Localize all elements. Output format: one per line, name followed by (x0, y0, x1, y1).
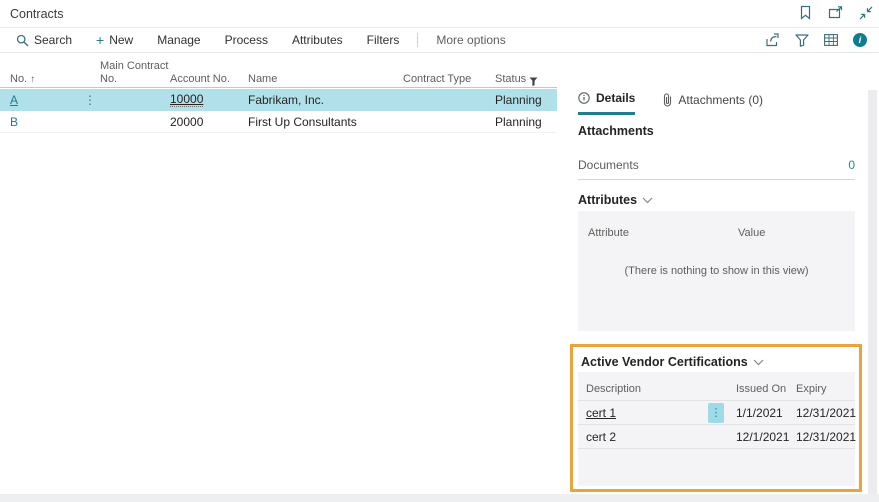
column-filter-icon (529, 77, 538, 86)
certification-row[interactable]: cert 1 ⋮ 1/1/2021 12/31/2021 (578, 401, 855, 425)
share-icon[interactable] (765, 33, 780, 47)
action-bar: Search + New Manage Process Attributes F… (0, 27, 879, 53)
cert-description-cell: cert 2 (586, 430, 708, 444)
search-button[interactable]: Search (16, 33, 84, 47)
bookmark-icon[interactable] (799, 5, 812, 20)
certifications-table-header: Description Issued On Expiry (578, 372, 855, 401)
window-controls (799, 5, 873, 20)
issued-on-cell: 1/1/2021 (736, 406, 796, 420)
action-bar-left: Search + New Manage Process Attributes F… (0, 33, 518, 47)
info-icon[interactable]: i (853, 33, 867, 47)
column-no[interactable]: No. ↑ (10, 73, 84, 90)
search-label: Search (34, 33, 72, 47)
value-column: Value (738, 227, 765, 239)
certifications-panel: Description Issued On Expiry cert 1 ⋮ 1/… (578, 372, 855, 486)
menu-attributes[interactable]: Attributes (280, 33, 355, 47)
contract-no-link[interactable]: B (10, 115, 84, 129)
certification-row[interactable]: cert 2 12/1/2021 12/31/2021 (578, 425, 855, 449)
expiry-cell: 12/31/2021 (796, 406, 854, 420)
search-icon (16, 34, 29, 47)
paperclip-icon (663, 93, 672, 107)
certifications-highlight-box: Active Vendor Certifications Description… (570, 344, 862, 492)
filter-icon[interactable] (795, 34, 809, 47)
chevron-down-icon (642, 197, 653, 204)
layout-icon[interactable] (824, 34, 838, 46)
tab-details[interactable]: Details (578, 91, 635, 115)
expiry-cell: 12/31/2021 (796, 430, 854, 444)
documents-count-link[interactable]: 0 (848, 158, 855, 172)
tab-attachments[interactable]: Attachments (0) (663, 91, 763, 115)
table-row[interactable]: B 20000 First Up Consultants Planning (0, 111, 557, 133)
new-button[interactable]: + New (84, 33, 145, 47)
page-title: Contracts (10, 7, 64, 21)
bottom-edge (0, 494, 879, 502)
issued-on-cell: 12/1/2021 (736, 430, 796, 444)
attributes-heading[interactable]: Attributes (578, 193, 653, 207)
contract-no-link[interactable]: A (10, 93, 84, 107)
chevron-down-icon (753, 359, 764, 366)
column-name[interactable]: Name (248, 73, 403, 90)
column-main-contract-no[interactable]: Main Contract No. (100, 60, 170, 90)
column-status[interactable]: Status (495, 73, 553, 90)
more-options-button[interactable]: More options (424, 33, 517, 47)
issued-on-column: Issued On (736, 383, 796, 400)
expiry-column: Expiry (796, 383, 854, 400)
column-account-no[interactable]: Account No. (170, 73, 248, 90)
row-menu-icon[interactable]: ⋮ (84, 93, 100, 107)
attachments-heading: Attachments (578, 124, 654, 138)
menu-manage[interactable]: Manage (145, 33, 212, 47)
documents-field: Documents 0 (578, 150, 855, 180)
collapse-icon[interactable] (859, 6, 873, 20)
column-contract-type[interactable]: Contract Type (403, 73, 495, 90)
menu-filters[interactable]: Filters (355, 33, 412, 47)
cert-row-menu-icon[interactable]: ⋮ (708, 403, 724, 423)
title-bar: Contracts (0, 0, 879, 27)
empty-view-message: (There is nothing to show in this view) (578, 265, 855, 277)
account-no-cell: 20000 (170, 115, 248, 129)
attribute-column: Attribute (588, 227, 629, 239)
list-header: No. ↑ Main Contract No. Account No. Name… (0, 60, 557, 88)
details-info-icon (578, 92, 590, 104)
pane-scrollbar[interactable] (868, 90, 877, 494)
contracts-list: A ⋮ 10000 Fabrikam, Inc. Planning B 2000… (0, 89, 557, 133)
plus-icon: + (96, 33, 104, 47)
account-no-link[interactable]: 10000 (170, 92, 203, 107)
open-in-window-icon[interactable] (828, 6, 843, 19)
cert-description-link[interactable]: cert 1 (586, 406, 616, 420)
factbox-tabs: Details Attachments (0) (578, 91, 763, 115)
contracts-page: Contracts Search + New (0, 0, 879, 502)
new-label: New (109, 33, 133, 47)
details-pane: Details Attachments (0) Attachments Docu… (566, 53, 879, 494)
status-cell: Planning (495, 93, 553, 107)
attributes-panel: Attribute Value (There is nothing to sho… (578, 211, 855, 331)
name-cell: Fabrikam, Inc. (248, 93, 403, 107)
documents-label: Documents (578, 158, 639, 172)
name-cell: First Up Consultants (248, 115, 403, 129)
description-column: Description (586, 383, 708, 400)
attributes-table-header: Attribute Value (578, 211, 855, 243)
action-bar-right: i (765, 33, 879, 47)
certifications-heading[interactable]: Active Vendor Certifications (581, 355, 859, 369)
sort-ascending-icon: ↑ (30, 74, 35, 86)
action-bar-divider (417, 33, 418, 47)
table-row[interactable]: A ⋮ 10000 Fabrikam, Inc. Planning (0, 89, 557, 111)
menu-process[interactable]: Process (213, 33, 280, 47)
status-cell: Planning (495, 115, 553, 129)
